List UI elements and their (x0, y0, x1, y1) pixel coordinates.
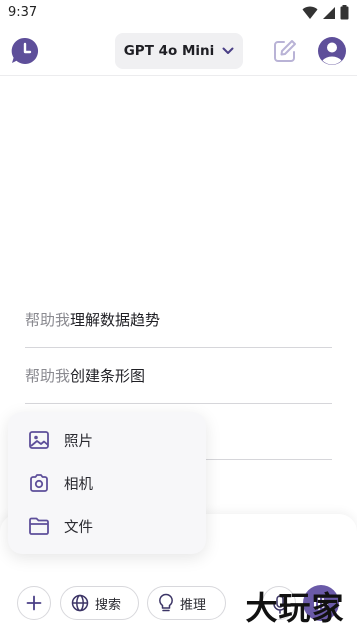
status-bar: 9:37 (0, 0, 357, 26)
camera-icon (30, 474, 48, 492)
suggestion-prefix: 帮助我 (25, 311, 71, 329)
status-time: 9:37 (8, 5, 38, 20)
edit-icon (274, 40, 296, 62)
new-chat-button[interactable] (271, 37, 299, 65)
search-label: 搜索 (95, 597, 122, 613)
signal-icon (323, 6, 335, 19)
menu-item-label: 文件 (64, 520, 93, 536)
suggestion-prefix: 帮助我 (25, 367, 71, 385)
wifi-icon (302, 6, 318, 19)
suggestion-item[interactable]: 帮助我 理解数据趋势 (25, 292, 332, 348)
menu-item-label: 相机 (64, 477, 93, 493)
search-toggle[interactable]: 搜索 (60, 586, 139, 620)
suggestion-item[interactable]: 帮助我 创建条形图 (25, 348, 332, 404)
lightbulb-icon (159, 593, 173, 612)
plus-icon (26, 595, 42, 611)
model-selector[interactable]: GPT 4o Mini (115, 33, 243, 69)
globe-icon (71, 594, 89, 612)
chat-history-icon (11, 37, 39, 64)
image-icon (29, 431, 49, 449)
history-button[interactable] (10, 36, 40, 66)
top-app-bar: GPT 4o Mini (0, 26, 357, 76)
chevron-down-icon (222, 47, 234, 54)
folder-icon (29, 517, 49, 535)
attach-button[interactable] (17, 586, 51, 620)
attachment-menu: 照片 相机 文件 (8, 412, 206, 554)
suggestion-topic: 理解数据趋势 (70, 311, 161, 329)
reasoning-toggle[interactable]: 推理 (147, 586, 226, 620)
suggestion-topic: 创建条形图 (70, 367, 146, 385)
model-label: GPT 4o Mini (123, 43, 215, 59)
account-icon (318, 37, 346, 65)
menu-item-label: 照片 (64, 434, 93, 450)
watermark: 大玩家 (245, 589, 345, 627)
profile-button[interactable] (317, 36, 347, 66)
menu-item-photo[interactable]: 照片 (8, 420, 206, 460)
menu-item-file[interactable]: 文件 (8, 506, 206, 546)
status-icons (302, 5, 349, 20)
reasoning-label: 推理 (180, 597, 207, 613)
menu-item-camera[interactable]: 相机 (8, 463, 206, 503)
header-divider (0, 75, 357, 76)
battery-icon (340, 5, 349, 20)
